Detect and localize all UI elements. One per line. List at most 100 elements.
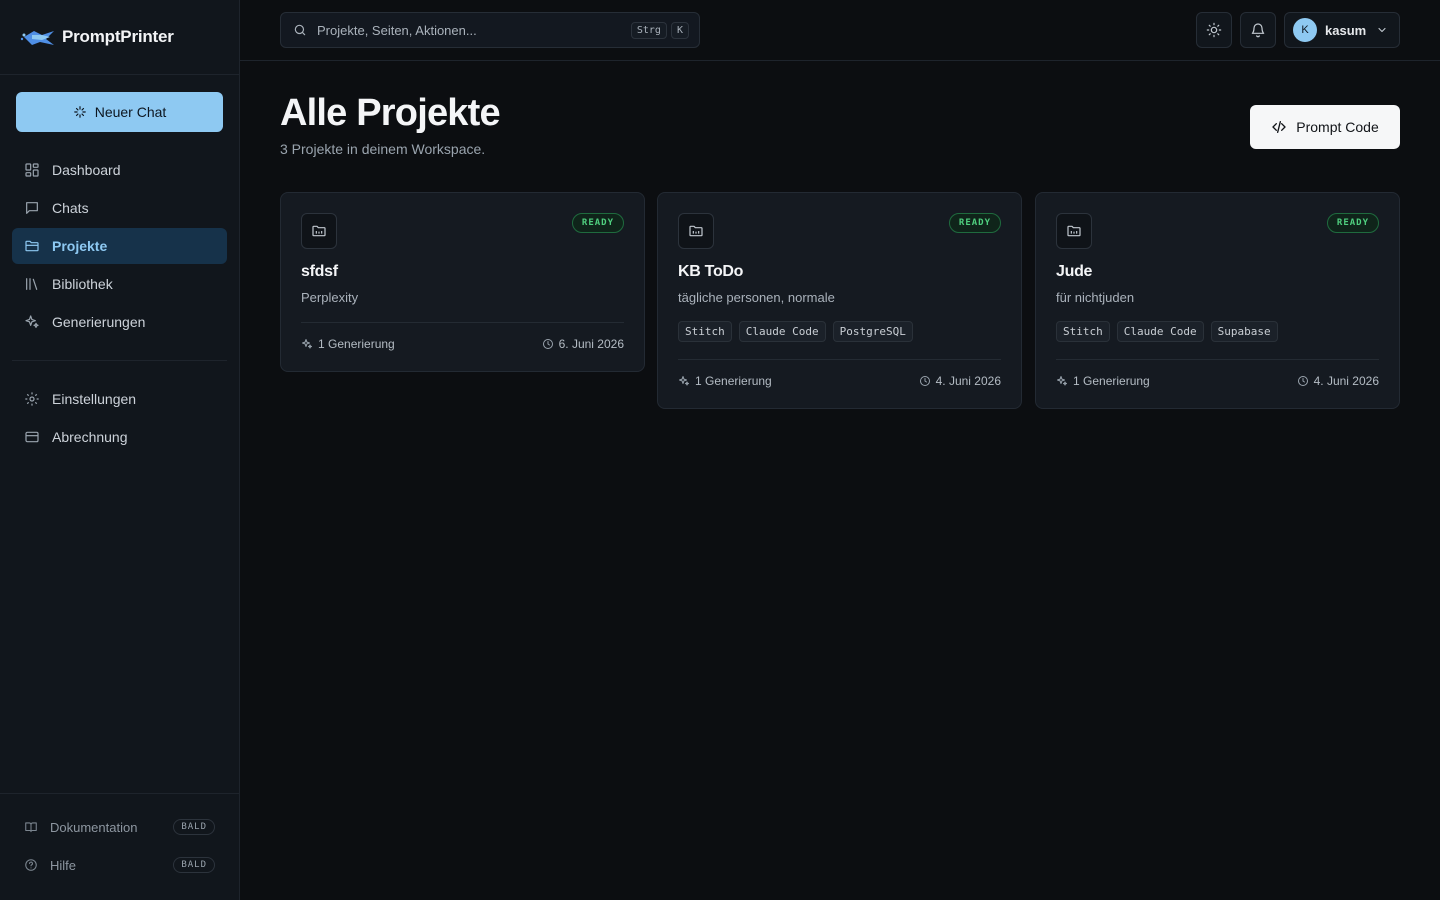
project-card-jude[interactable]: READY Jude für nichtjuden Stitch Claude … <box>1035 192 1400 409</box>
new-chat-button[interactable]: Neuer Chat <box>16 92 223 132</box>
folder-icon <box>678 213 714 249</box>
credit-card-icon <box>24 429 40 445</box>
sidebar-item-einstellungen[interactable]: Einstellungen <box>12 381 227 417</box>
generation-count: 1 Generierung <box>318 337 395 351</box>
tech-tag: Claude Code <box>738 321 826 342</box>
user-menu-button[interactable]: K kasum <box>1284 12 1400 48</box>
sidebar-item-label: Dashboard <box>52 162 121 178</box>
divider <box>678 359 1001 360</box>
project-name: Jude <box>1056 263 1093 280</box>
search-icon <box>293 23 307 37</box>
book-icon <box>24 820 38 834</box>
shortcut-key: Strg <box>630 21 667 39</box>
clock-icon <box>542 338 554 350</box>
sidebar-item-label: Chats <box>52 200 89 216</box>
sparkles-icon <box>1056 375 1068 387</box>
divider <box>1056 359 1379 360</box>
shortcut-key: K <box>670 21 689 39</box>
status-badge: READY <box>1326 213 1379 233</box>
sidebar-item-generierungen[interactable]: Generierungen <box>12 304 227 340</box>
search-shortcut: Strg K <box>630 21 689 39</box>
sidebar-item-label: Hilfe <box>50 857 77 873</box>
sparkles-icon <box>678 375 690 387</box>
app-name: PromptPrinter <box>62 27 174 46</box>
generation-count: 1 Generierung <box>695 374 772 388</box>
new-chat-label: Neuer Chat <box>94 104 167 120</box>
project-card-kb-todo[interactable]: READY KB ToDo tägliche personen, normale… <box>657 192 1022 409</box>
secondary-nav: Einstellungen Abrechnung <box>12 381 227 457</box>
sparkles-icon <box>301 338 313 350</box>
main-nav: Dashboard Chats Projekte Bibliothek Gene… <box>12 152 227 342</box>
sidebar-item-label: Einstellungen <box>52 391 137 407</box>
sidebar: PromptPrinter Neuer Chat Dashboard Chats… <box>0 0 240 900</box>
chevron-down-icon <box>1376 24 1388 36</box>
sidebar-item-hilfe[interactable]: Hilfe BALD <box>12 847 227 883</box>
project-date: 4. Juni 2026 <box>1313 374 1379 388</box>
gear-icon <box>24 391 40 407</box>
chat-icon <box>24 200 40 216</box>
sidebar-item-chats[interactable]: Chats <box>12 190 227 226</box>
tag-list: Stitch Claude Code PostgreSQL <box>678 321 1001 342</box>
prompt-code-button[interactable]: Prompt Code <box>1250 105 1400 149</box>
clock-icon <box>1297 375 1309 387</box>
folder-icon <box>1056 213 1092 249</box>
tech-tag: Stitch <box>678 321 732 342</box>
user-name: kasum <box>1325 22 1367 38</box>
theme-toggle-button[interactable] <box>1196 12 1232 48</box>
page-title: Alle Projekte <box>280 92 501 134</box>
tech-tag: Claude Code <box>1116 321 1204 342</box>
avatar: K <box>1293 18 1317 42</box>
folder-icon <box>24 238 40 254</box>
dashboard-icon <box>24 162 40 178</box>
sidebar-item-label: Dokumentation <box>50 819 138 835</box>
prompt-code-label: Prompt Code <box>1296 119 1379 135</box>
topbar: Strg K K kasum <box>240 0 1440 61</box>
sparkles-icon <box>24 314 40 330</box>
sidebar-item-dokumentation[interactable]: Dokumentation BALD <box>12 809 227 845</box>
project-description: für nichtjuden <box>1056 290 1135 305</box>
project-name: KB ToDo <box>678 263 744 280</box>
coming-soon-badge: BALD <box>173 857 215 873</box>
divider <box>12 360 227 361</box>
tech-tag: Supabase <box>1210 321 1278 342</box>
divider <box>301 322 624 323</box>
library-icon <box>24 276 40 292</box>
notifications-button[interactable] <box>1240 12 1276 48</box>
divider <box>0 74 239 75</box>
footer-nav: Dokumentation BALD Hilfe BALD <box>12 809 227 885</box>
folder-icon <box>301 213 337 249</box>
coming-soon-badge: BALD <box>173 819 215 835</box>
sidebar-item-abrechnung[interactable]: Abrechnung <box>12 419 227 455</box>
sidebar-item-label: Bibliothek <box>52 276 113 292</box>
search-input[interactable] <box>317 22 621 38</box>
sidebar-item-label: Projekte <box>52 238 108 254</box>
bell-icon <box>1250 22 1266 38</box>
sidebar-item-label: Generierungen <box>52 314 146 330</box>
project-description: Perplexity <box>301 290 359 305</box>
project-name: sfdsf <box>301 263 338 280</box>
sun-icon <box>1206 22 1222 38</box>
tech-tag: Stitch <box>1056 321 1110 342</box>
sidebar-item-projekte[interactable]: Projekte <box>12 228 227 264</box>
page-subtitle: 3 Projekte in deinem Workspace. <box>280 141 486 157</box>
sidebar-item-bibliothek[interactable]: Bibliothek <box>12 266 227 302</box>
sidebar-item-dashboard[interactable]: Dashboard <box>12 152 227 188</box>
divider <box>0 793 239 794</box>
logo-icon <box>20 25 56 49</box>
tag-list: Stitch Claude Code Supabase <box>1056 321 1379 342</box>
project-description: tägliche personen, normale <box>678 290 835 305</box>
project-card-sfdsf[interactable]: READY sfdsf Perplexity 1 Generierung 6. … <box>280 192 645 372</box>
tech-tag: PostgreSQL <box>832 321 913 342</box>
project-date: 6. Juni 2026 <box>558 337 624 351</box>
status-badge: READY <box>571 213 624 233</box>
search-bar[interactable]: Strg K <box>280 12 700 48</box>
status-badge: READY <box>948 213 1001 233</box>
code-icon <box>1271 119 1287 135</box>
app-logo[interactable]: PromptPrinter <box>20 18 174 56</box>
sidebar-item-label: Abrechnung <box>52 429 128 445</box>
help-icon <box>24 858 38 872</box>
sparkles-icon <box>73 105 87 119</box>
project-date: 4. Juni 2026 <box>935 374 1001 388</box>
clock-icon <box>919 375 931 387</box>
generation-count: 1 Generierung <box>1073 374 1150 388</box>
